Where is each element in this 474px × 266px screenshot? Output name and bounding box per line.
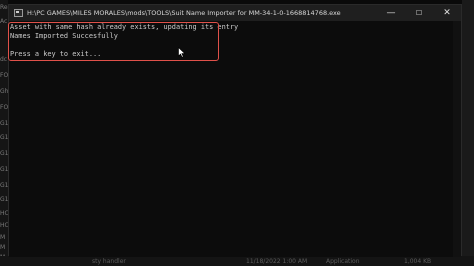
background-label: G1 xyxy=(0,182,8,189)
background-explorer-left: Re Ac dc FO Gh FO G1 G1 G1 G1 G1 G1 HC H… xyxy=(0,0,8,266)
background-file-date: 11/18/2022 1:00 AM xyxy=(246,258,308,265)
background-explorer-right xyxy=(462,0,474,266)
background-file-row: sty handler 11/18/2022 1:00 AM Applicati… xyxy=(0,256,474,266)
background-label: M xyxy=(0,234,6,241)
background-label: HC xyxy=(0,210,8,217)
background-label: G1 xyxy=(0,134,8,141)
console-scrollbar[interactable] xyxy=(453,21,461,257)
mouse-pointer-icon xyxy=(178,47,186,58)
background-label: FO xyxy=(0,104,8,111)
console-window[interactable]: H:\PC GAMES\MILES MORALES\mods\TOOLS\Sui… xyxy=(8,4,462,257)
close-button[interactable]: ✕ xyxy=(433,5,461,21)
minimize-button[interactable]: — xyxy=(377,5,405,21)
maximize-button[interactable]: ☐ xyxy=(405,5,433,21)
window-title: H:\PC GAMES\MILES MORALES\mods\TOOLS\Sui… xyxy=(27,9,341,17)
background-label: Gh xyxy=(0,88,8,95)
background-label: HC xyxy=(0,222,8,229)
background-file-type: Application xyxy=(326,258,360,265)
background-label: dc xyxy=(0,56,8,63)
background-label: M xyxy=(0,244,6,251)
background-file-size: 1,004 KB xyxy=(404,258,432,265)
console-output[interactable]: Asset with same hash already exists, upd… xyxy=(8,21,461,257)
background-label: G1 xyxy=(0,150,8,157)
console-app-icon xyxy=(14,9,23,17)
background-label: G1 xyxy=(0,166,8,173)
background-file-name: sty handler xyxy=(92,258,126,265)
background-label: G1 xyxy=(0,196,8,203)
background-label: Re xyxy=(0,4,8,11)
background-label: Ac xyxy=(0,18,8,25)
background-explorer-bottom: sty handler 11/18/2022 1:00 AM Applicati… xyxy=(0,256,474,266)
title-bar[interactable]: H:\PC GAMES\MILES MORALES\mods\TOOLS\Sui… xyxy=(9,5,461,21)
annotation-highlight-box xyxy=(8,22,219,61)
screen: Re Ac dc FO Gh FO G1 G1 G1 G1 G1 G1 HC H… xyxy=(0,0,474,266)
background-label: FO xyxy=(0,72,8,79)
background-label: G1 xyxy=(0,120,8,127)
